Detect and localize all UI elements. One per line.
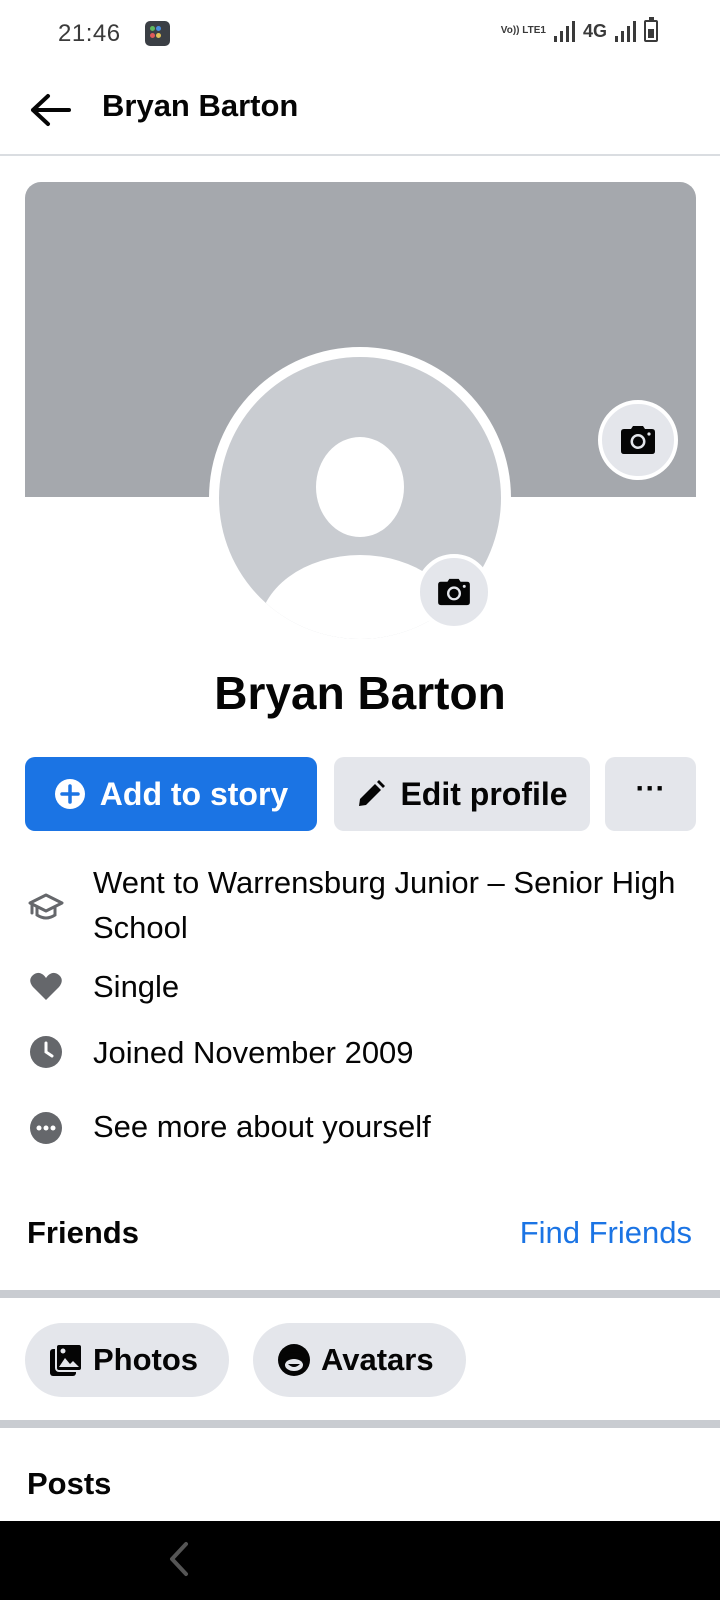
section-divider <box>0 1290 720 1298</box>
add-to-story-button[interactable]: Add to story <box>25 757 317 831</box>
system-navigation-bar <box>0 1521 720 1600</box>
friends-section-title: Friends <box>27 1215 139 1250</box>
notification-app-icon <box>145 21 170 46</box>
photos-icon <box>50 1343 83 1376</box>
detail-joined[interactable]: Joined November 2009 <box>0 1030 720 1086</box>
edit-cover-photo-button[interactable] <box>598 400 678 480</box>
section-divider <box>0 1420 720 1428</box>
photos-label: Photos <box>93 1342 199 1377</box>
pencil-icon <box>359 780 386 806</box>
more-dots-icon <box>28 1110 64 1146</box>
graduation-cap-icon <box>28 890 64 926</box>
plus-circle-icon <box>54 779 85 809</box>
heart-icon <box>28 968 64 1004</box>
more-options-button[interactable]: ··· <box>605 757 696 831</box>
edit-profile-button[interactable]: Edit profile <box>334 757 590 831</box>
detail-education[interactable]: Went to Warrensburg Junior – Senior High… <box>0 860 720 960</box>
signal-icon <box>553 20 575 42</box>
add-to-story-label: Add to story <box>99 775 289 812</box>
camera-icon <box>621 426 655 454</box>
arrow-left-icon <box>31 94 71 126</box>
status-time: 21:46 <box>58 20 121 47</box>
photos-button[interactable]: Photos <box>25 1323 229 1397</box>
clock-icon <box>28 1034 64 1070</box>
network-type-label: 4G <box>582 20 607 41</box>
avatars-button[interactable]: Avatars <box>253 1323 466 1397</box>
see-more-about-link[interactable]: See more about yourself <box>0 1104 720 1160</box>
more-dots-icon: ··· <box>635 772 666 805</box>
chevron-left-icon <box>170 1542 188 1576</box>
edit-profile-picture-button[interactable] <box>416 554 492 630</box>
page-title: Bryan Barton <box>102 88 299 123</box>
detail-text: Single <box>93 969 180 1004</box>
camera-icon <box>438 578 470 606</box>
detail-text: See more about yourself <box>93 1109 431 1144</box>
profile-name: Bryan Barton <box>214 667 506 719</box>
back-button[interactable] <box>22 82 78 138</box>
status-bar: 21:46 Vo)) LTE1 4G <box>0 0 720 66</box>
top-app-bar: Bryan Barton <box>0 66 720 156</box>
volte-icon: Vo)) LTE1 <box>500 25 546 36</box>
avatars-label: Avatars <box>321 1342 434 1377</box>
battery-icon <box>644 17 658 42</box>
signal-icon <box>615 20 636 42</box>
avatar-icon <box>278 1344 310 1376</box>
detail-text: Went to Warrensburg Junior – Senior High… <box>93 865 676 945</box>
edit-profile-label: Edit profile <box>400 775 568 812</box>
detail-text: Joined November 2009 <box>93 1035 414 1070</box>
posts-section-title: Posts <box>27 1466 112 1501</box>
find-friends-link[interactable]: Find Friends <box>520 1215 692 1251</box>
system-back-button[interactable] <box>160 1539 200 1579</box>
status-indicators: Vo)) LTE1 4G <box>500 17 658 42</box>
detail-relationship[interactable]: Single <box>0 964 720 1020</box>
avatar-placeholder-head <box>316 437 404 537</box>
